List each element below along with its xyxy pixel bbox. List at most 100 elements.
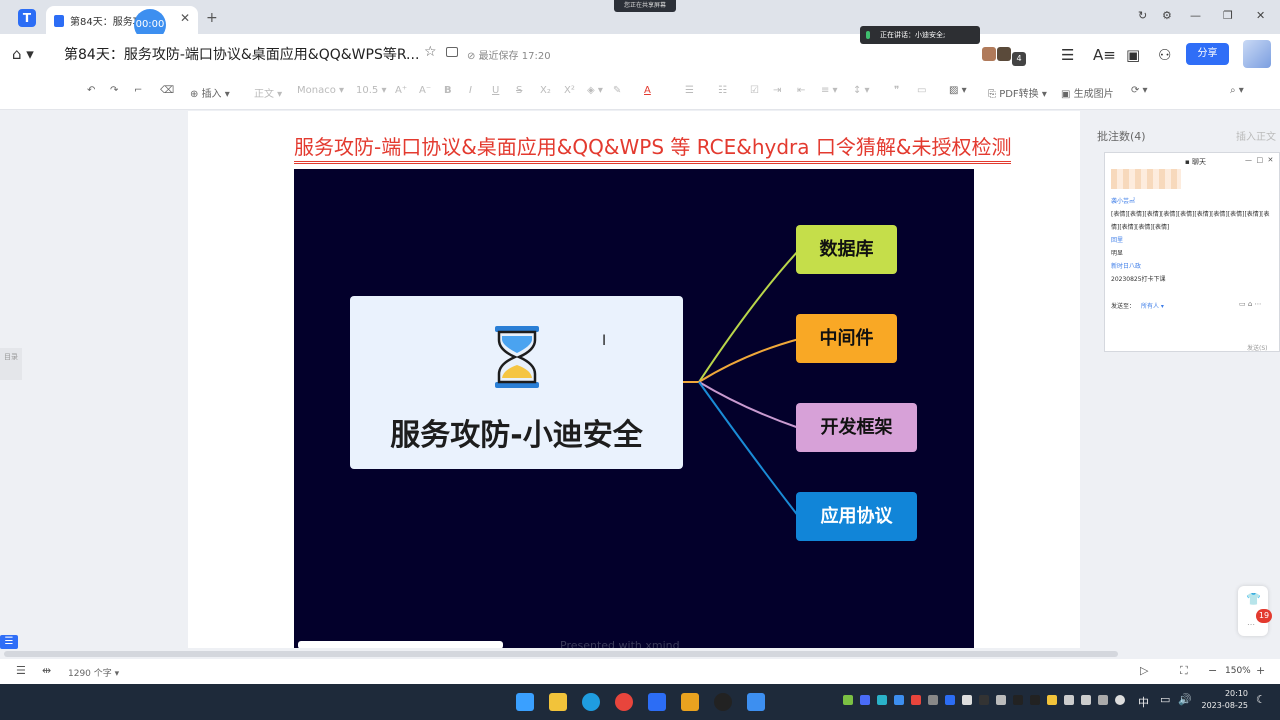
italic-icon[interactable]: I xyxy=(469,85,472,96)
windows-start-icon[interactable] xyxy=(516,693,534,711)
topic-database[interactable]: 数据库 xyxy=(796,225,897,274)
pdf-convert-button[interactable]: ⎘ PDF转换 ▾ xyxy=(988,85,1047,100)
document-heading[interactable]: 服务攻防-端口协议&桌面应用&QQ&WPS 等 RCE&hydra 口令猜解&未… xyxy=(294,131,1012,164)
mic-tray-icon[interactable] xyxy=(1115,695,1125,705)
tray-icon[interactable] xyxy=(860,695,870,705)
zoom-out-icon[interactable]: − xyxy=(1208,664,1217,677)
topic-framework[interactable]: 开发框架 xyxy=(796,403,917,452)
tab-document[interactable]: 第84天：服务攻... ✕ xyxy=(46,6,198,34)
menu-icon[interactable]: ☰ xyxy=(1061,46,1074,64)
tray-icon[interactable] xyxy=(1081,695,1091,705)
clock[interactable]: 20:10 2023-08-25 xyxy=(1196,688,1249,712)
outline-icon[interactable]: ☰ xyxy=(0,635,18,649)
align-icon[interactable]: ≡ ▾ xyxy=(821,85,838,96)
checklist-icon[interactable]: ☑ xyxy=(750,85,759,96)
document-title[interactable]: 第84天：服务攻防-端口协议&桌面应用&QQ&WPS等R... xyxy=(64,44,419,64)
fullscreen-icon[interactable]: ⛶ xyxy=(1180,664,1188,678)
chat-window-controls[interactable]: — □ ✕ xyxy=(1245,156,1273,164)
volume-icon[interactable]: 🔊 xyxy=(1178,693,1192,706)
zoom-in-icon[interactable]: + xyxy=(1256,664,1265,677)
plugin-icon[interactable]: ⟳ ▾ xyxy=(1131,85,1148,96)
chat-tools-icon[interactable]: ▭ ⌂ ⋯ xyxy=(1239,300,1262,308)
window-close-icon[interactable]: ✕ xyxy=(1256,9,1265,22)
quote-icon[interactable]: ❞ xyxy=(894,85,899,96)
search-icon[interactable]: ⌕ ▾ xyxy=(1230,85,1244,96)
tray-icon[interactable] xyxy=(996,695,1006,705)
bold-icon[interactable]: B xyxy=(444,85,452,96)
notification-icon[interactable]: ☾ xyxy=(1256,693,1266,706)
clear-format-icon[interactable]: ⌫ xyxy=(160,85,174,96)
mindmap-image[interactable]: 服务攻防-小迪安全 数据库 中间件 开发框架 应用协议 Presented wi… xyxy=(294,169,974,648)
highlight-icon[interactable]: ◈ ▾ xyxy=(587,85,603,96)
font-size-select[interactable]: 10.5 ▾ xyxy=(356,85,386,96)
indent-icon[interactable]: ⇥ xyxy=(773,85,781,96)
close-icon[interactable]: ✕ xyxy=(180,11,190,25)
format-painter-icon[interactable]: ⌐ xyxy=(134,85,142,96)
tray-icon[interactable] xyxy=(1064,695,1074,705)
tray-icon[interactable] xyxy=(1098,695,1108,705)
new-tab-button[interactable]: + xyxy=(206,10,218,26)
central-topic[interactable]: 服务攻防-小迪安全 xyxy=(350,296,683,469)
add-user-icon[interactable]: ⚇ xyxy=(1158,46,1171,64)
app-logo-icon[interactable]: T xyxy=(18,9,36,27)
topic-protocol[interactable]: 应用协议 xyxy=(796,492,917,541)
star-icon[interactable]: ☆ xyxy=(424,44,437,60)
numbered-list-icon[interactable]: ☷ xyxy=(718,85,727,96)
horizontal-scrollbar[interactable] xyxy=(4,651,1118,657)
style-select[interactable]: 正文 ▾ xyxy=(254,85,282,100)
tray-icon[interactable] xyxy=(911,695,921,705)
screen-share-banner[interactable]: 您正在共享屏幕 xyxy=(614,0,676,12)
comment-count[interactable]: 批注数(4) xyxy=(1097,128,1146,144)
recipient-select[interactable]: 所有人 ▾ xyxy=(1141,301,1164,310)
catalog-toggle[interactable]: 目录 xyxy=(0,348,22,380)
font-color-icon[interactable]: A xyxy=(644,85,651,96)
page-view-icon[interactable]: ⇹ xyxy=(42,664,51,677)
generate-image-button[interactable]: ▣ 生成图片 xyxy=(1061,85,1114,100)
font-select[interactable]: Monaco ▾ xyxy=(297,85,344,96)
edge-icon[interactable] xyxy=(582,693,600,711)
outline-view-icon[interactable]: ☰ xyxy=(16,664,26,677)
meeting-icon[interactable] xyxy=(747,693,765,711)
tray-icon[interactable] xyxy=(979,695,989,705)
subscript-icon[interactable]: X₂ xyxy=(540,85,551,96)
present-icon[interactable]: ▣ xyxy=(1126,46,1140,64)
app-icon[interactable] xyxy=(648,693,666,711)
network-icon[interactable]: ▭ xyxy=(1160,693,1170,706)
superscript-icon[interactable]: X² xyxy=(564,85,575,96)
zoom-level[interactable]: 150% xyxy=(1225,666,1251,676)
insert-menu[interactable]: ⊕ 插入 ▾ xyxy=(190,85,230,100)
undo-icon[interactable]: ↶ xyxy=(87,85,95,96)
tray-icon[interactable] xyxy=(1030,695,1040,705)
bullet-list-icon[interactable]: ☰ xyxy=(685,85,694,96)
outdent-icon[interactable]: ⇤ xyxy=(797,85,805,96)
tray-icon[interactable] xyxy=(1047,695,1057,705)
tray-icon[interactable] xyxy=(843,695,853,705)
topic-middleware[interactable]: 中间件 xyxy=(796,314,897,363)
play-icon[interactable]: ▷ xyxy=(1140,664,1148,677)
minimize-icon[interactable]: — xyxy=(1190,9,1201,22)
refresh-icon[interactable]: ↻ xyxy=(1138,9,1147,22)
file-explorer-icon[interactable] xyxy=(549,693,567,711)
tray-icon[interactable] xyxy=(1013,695,1023,705)
tray-icon[interactable] xyxy=(928,695,938,705)
image-icon[interactable]: ▨ ▾ xyxy=(949,85,967,96)
font-shrink-icon[interactable]: A⁻ xyxy=(419,85,431,96)
screen-capture-icon[interactable] xyxy=(681,693,699,711)
line-spacing-icon[interactable]: ↕ ▾ xyxy=(853,85,870,96)
word-count[interactable]: 1290 个字 ▾ xyxy=(68,666,119,679)
input-method[interactable]: 中 xyxy=(1138,694,1149,710)
collaborator-avatars[interactable]: 4 xyxy=(982,46,1026,66)
folder-icon[interactable] xyxy=(446,47,458,57)
code-icon[interactable]: ▭ xyxy=(917,85,926,96)
text-format-icon[interactable]: A≡ xyxy=(1093,46,1116,64)
strikethrough-icon[interactable]: S xyxy=(516,85,522,96)
pen-icon[interactable]: ✎ xyxy=(613,85,621,96)
tray-icon[interactable] xyxy=(962,695,972,705)
underline-icon[interactable]: U xyxy=(492,85,499,96)
tray-icon[interactable] xyxy=(877,695,887,705)
maximize-icon[interactable]: ❐ xyxy=(1223,9,1233,22)
home-icon[interactable]: ⌂ ▾ xyxy=(12,45,34,63)
font-grow-icon[interactable]: A⁺ xyxy=(395,85,407,96)
user-avatar[interactable] xyxy=(1243,40,1271,68)
tray-icon[interactable] xyxy=(945,695,955,705)
